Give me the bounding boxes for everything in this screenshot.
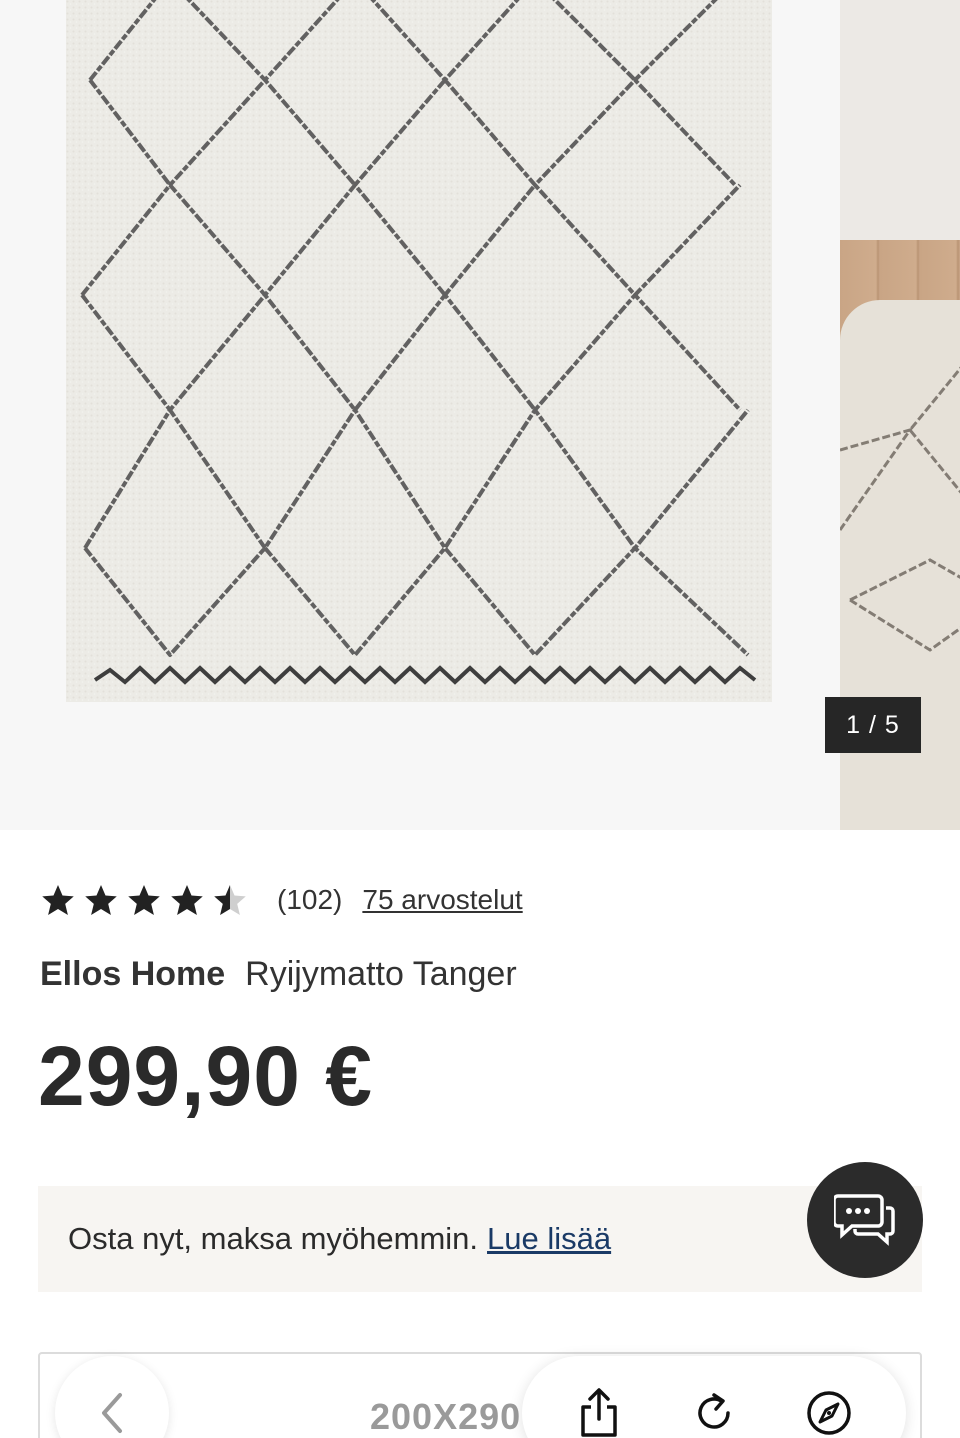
compass-button[interactable] [799,1383,859,1438]
star-full-icon [171,885,203,915]
product-name: Ryijymatto Tanger [245,955,517,993]
reload-icon [698,1393,730,1429]
chat-bubbles-icon [834,1194,895,1246]
product-rating[interactable]: (102) 75 arvostelut [40,878,523,922]
share-icon [581,1388,618,1437]
read-more-link[interactable]: Lue lisää [487,1221,611,1257]
rug-illustration [66,0,772,702]
image-counter: 1 / 5 [825,697,921,753]
reviews-link[interactable]: 75 arvostelut [362,884,522,916]
pay-later-text: Osta nyt, maksa myöhemmin. [68,1221,479,1256]
reload-button[interactable] [684,1383,744,1438]
rating-count: (102) [277,884,343,915]
star-full-icon [42,885,74,915]
browser-toolbar [522,1356,906,1438]
chat-button[interactable] [807,1162,923,1278]
chevron-left-icon [102,1393,122,1433]
rating-stars [40,882,255,918]
size-value: 200X290 [370,1396,522,1437]
product-title: Ellos Home Ryijymatto Tanger [40,955,517,994]
product-brand: Ellos Home [40,955,226,993]
share-button[interactable] [569,1383,629,1438]
product-price: 299,90 € [38,1029,373,1123]
star-full-icon [85,885,117,915]
compass-icon [806,1391,851,1435]
star-half-icon [214,885,246,915]
pay-later-banner: Osta nyt, maksa myöhemmin. Lue lisää [38,1186,922,1292]
product-image-rug-top-view[interactable] [0,0,838,830]
star-full-icon [128,885,160,915]
product-image-gallery[interactable]: 1 / 5 [0,0,960,830]
room-wall [840,0,960,250]
